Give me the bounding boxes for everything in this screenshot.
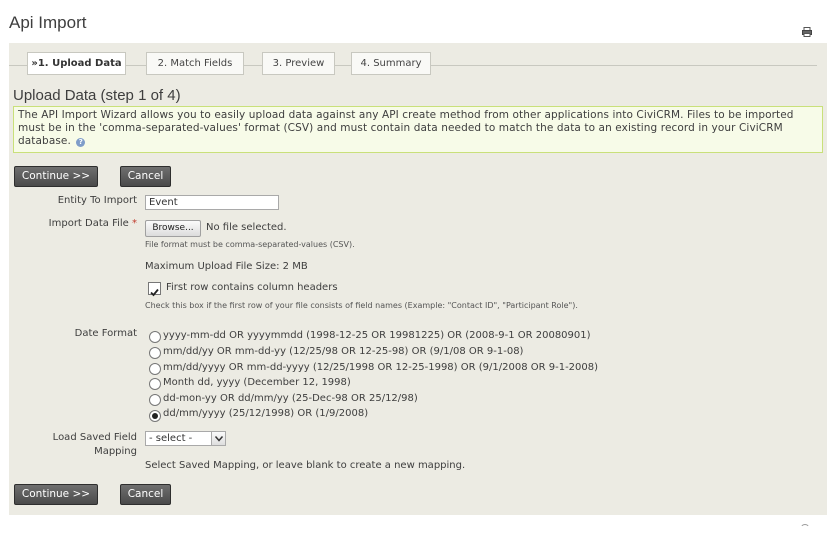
file-format-note: File format must be comma-separated-valu… [145,240,355,249]
chevron-down-icon [211,432,225,445]
max-size-text: Maximum Upload File Size: 2 MB [145,261,308,272]
tab-upload-data[interactable]: »1. Upload Data [27,52,126,75]
date-format-option-3: mm/dd/yyyy OR mm-dd-yyyy (12/25/1998 OR … [163,362,599,373]
saved-mapping-value: - select - [149,433,193,444]
entity-input[interactable]: Event [145,195,279,210]
saved-mapping-select[interactable]: - select - [145,431,226,446]
date-format-option-5: dd-mon-yy OR dd/mm/yy (25-Dec-98 OR 25/1… [163,393,418,404]
date-format-radio-6[interactable] [149,410,161,422]
tab-summary[interactable]: 4. Summary [351,52,431,75]
headers-note: Check this box if the first row of your … [145,301,578,310]
print-icon[interactable] [802,27,812,37]
file-label-text: Import Data File [48,218,129,229]
date-format-option-2: mm/dd/yy OR mm-dd-yy (12/25/98 OR 12-25-… [163,346,524,357]
file-label: Import Data File * [19,218,137,229]
date-format-radio-4[interactable] [149,378,161,390]
continue-button-bottom[interactable]: Continue >> [14,484,98,505]
saved-mapping-label: Load Saved Field Mapping [19,431,137,459]
help-icon[interactable]: ? [76,138,86,147]
date-format-radio-2[interactable] [149,347,161,359]
saved-mapping-label-line-2: Mapping [94,446,137,457]
date-format-option-1: yyyy-mm-dd OR yyyymmdd (1998-12-25 OR 19… [163,330,591,341]
tab-match-fields[interactable]: 2. Match Fields [146,52,244,75]
checkmark-icon [150,288,159,297]
date-format-radio-1[interactable] [149,331,161,343]
saved-mapping-note: Select Saved Mapping, or leave blank to … [145,460,466,471]
headers-checkbox[interactable] [148,282,161,297]
cancel-button-top[interactable]: Cancel [120,166,171,187]
required-mark: * [132,218,137,229]
continue-button-top[interactable]: Continue >> [14,166,98,187]
browse-button[interactable]: Browse... [145,220,201,237]
date-format-option-4: Month dd, yyyy (December 12, 1998) [163,377,351,388]
headers-checkbox-label: First row contains column headers [166,282,338,293]
entity-label: Entity To Import [57,195,137,206]
step-heading: Upload Data (step 1 of 4) [13,87,181,104]
page-title: Api Import [9,13,87,32]
date-format-label: Date Format [74,328,137,339]
resize-handle [800,524,810,534]
wizard-tabs: »1. Upload Data 2. Match Fields 3. Previ… [9,52,827,77]
tab-preview[interactable]: 3. Preview [262,52,335,75]
help-text: The API Import Wizard allows you to easi… [18,109,794,147]
no-file-text: No file selected. [206,222,287,233]
help-box: The API Import Wizard allows you to easi… [13,106,823,153]
date-format-radio-5[interactable] [149,394,161,406]
cancel-button-bottom[interactable]: Cancel [120,484,171,505]
import-wizard-panel: »1. Upload Data 2. Match Fields 3. Previ… [9,43,827,515]
date-format-option-6: dd/mm/yyyy (25/12/1998) OR (1/9/2008) [163,408,369,419]
date-format-radio-3[interactable] [149,363,161,375]
saved-mapping-label-line-1: Load Saved Field [52,432,137,443]
